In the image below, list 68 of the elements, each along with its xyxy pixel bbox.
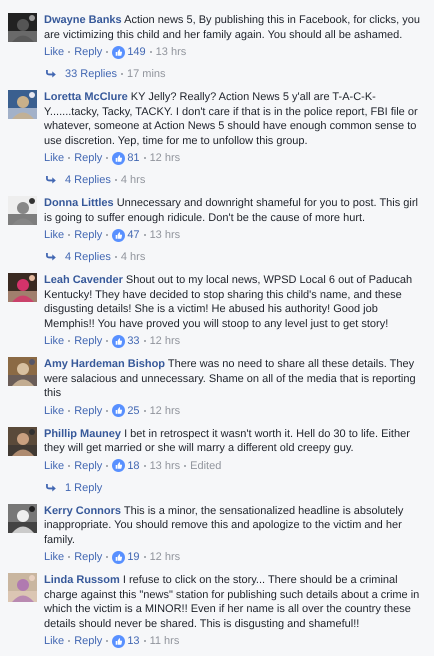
reaction-count: 13	[127, 635, 140, 647]
author-name[interactable]: Amy Hardeman Bishop	[44, 358, 166, 370]
thumbs-up-icon	[112, 46, 126, 58]
timestamp: 13 hrs	[150, 229, 180, 241]
reply-link[interactable]: Reply	[74, 404, 102, 416]
like-link[interactable]: Like	[44, 335, 64, 347]
reply-arrow-icon	[45, 176, 56, 184]
author-name[interactable]: Linda Russom	[44, 574, 120, 586]
like-link[interactable]: Like	[44, 460, 64, 472]
thumbs-up-icon	[112, 152, 126, 164]
timestamp: 4 hrs	[120, 174, 146, 186]
like-link[interactable]: Like	[44, 46, 64, 58]
reply-arrow-icon	[45, 484, 56, 492]
reply-link[interactable]: Reply	[74, 46, 102, 58]
like-link[interactable]: Like	[44, 551, 64, 563]
reaction-count: 149	[127, 46, 146, 58]
author-name[interactable]: Leah Cavender	[44, 274, 123, 286]
comment-text: Phillip Mauney I bet in retrospect it wasn't worth it. Hell do 30 to life. Either they will get married or she will marry a different old creepy guy.	[44, 426, 411, 456]
timestamp: 13 hrs	[156, 46, 186, 58]
timestamp: 12 hrs	[150, 551, 180, 563]
comment-text: Linda Russom I refuse to click on the story... There should be a criminal charge against this "news" station for publishing such details about a crime in which the victim is a MINOR!! Even if her name is all over the country these details should never be shared. This is disgusting and shameful!!	[44, 573, 420, 631]
thumbs-up-icon	[112, 404, 126, 417]
thumbs-up-icon	[112, 550, 126, 564]
timestamp: 12 hrs	[150, 335, 180, 347]
reaction-count: 33	[127, 335, 140, 347]
reaction-count: 81	[127, 152, 140, 164]
comment-text: Donna Littles Unnecessary and downright shameful for you to post. This girl is going to suffer enough ridicule. Don't be the cause of more hurt.	[44, 196, 419, 225]
timestamp: 12 hrs	[150, 152, 180, 164]
thumbs-up-icon	[112, 634, 126, 648]
replies-link[interactable]: 4 Replies	[65, 251, 111, 263]
like-link[interactable]: Like	[44, 635, 64, 647]
reaction-count: 47	[127, 229, 140, 241]
reply-link[interactable]: Reply	[74, 460, 102, 472]
reply-link[interactable]: Reply	[74, 635, 102, 647]
author-name[interactable]: Dwayne Banks	[44, 14, 122, 26]
reply-arrow-icon	[45, 70, 56, 78]
like-link[interactable]: Like	[44, 229, 64, 241]
comment-text: Amy Hardeman Bishop There was no need to share all these details. They were salacious and unnecessary. Shame on all of the media that is reporting this	[44, 357, 417, 400]
reply-link[interactable]: Reply	[74, 229, 102, 241]
thumbs-up-icon	[112, 459, 126, 472]
comment-text: Kerry Connors This is a minor, the sensationalized headline is absolutely inappropriate. You should remove this and apologize to the victim and her family.	[44, 504, 404, 547]
reply-link[interactable]: Reply	[74, 551, 102, 563]
reaction-count: 25	[127, 404, 140, 416]
timestamp: 13 hrs	[150, 460, 180, 472]
comment-text: Dwayne Banks Action news 5, By publishing this in Facebook, for clicks, you are victimizing this child and her family again. You should all be ashamed.	[44, 13, 422, 42]
comment-text: Loretta McClure KY Jelly? Really? Action News 5 y'all are T-A-C-K-Y.......tacky, Tacky, TACKY. I don't care if that is in the police report, FBI file or whatever, someone at Action News 5 should have enough common sense to use discretion. Yep, time for me to unfollow this group.	[44, 90, 419, 148]
timestamp: 4 hrs	[120, 251, 146, 263]
reply-link[interactable]: Reply	[74, 335, 102, 347]
reaction-count: 19	[127, 551, 140, 563]
reaction-count: 18	[127, 460, 140, 472]
comment-text: Leah Cavender Shout out to my local news, WPSD Local 6 out of Paducah Kentucky! They have decided to stop sharing this child's name, and these disgusting details! She is a victim! He abused his authority! Good job Memphis!! You have proved you will stoop to any level just to get story!	[44, 273, 414, 331]
like-link[interactable]: Like	[44, 152, 64, 164]
author-name[interactable]: Phillip Mauney	[44, 428, 122, 440]
reply-arrow-icon	[45, 253, 56, 261]
replies-link[interactable]: 4 Replies	[65, 174, 111, 186]
author-name[interactable]: Donna Littles	[44, 197, 114, 209]
author-name[interactable]: Loretta McClure	[44, 91, 128, 103]
replies-link[interactable]: 33 Replies	[65, 68, 117, 80]
timestamp: 12 hrs	[150, 404, 180, 416]
replies-link[interactable]: 1 Reply	[65, 482, 102, 494]
thumbs-up-icon	[112, 228, 126, 242]
like-link[interactable]: Like	[44, 404, 64, 416]
timestamp: 11 hrs	[150, 635, 180, 647]
reply-link[interactable]: Reply	[74, 152, 102, 164]
thumbs-up-icon	[112, 334, 126, 348]
author-name[interactable]: Kerry Connors	[44, 504, 122, 516]
edited-label: Edited	[190, 460, 222, 472]
timestamp: 17 mins	[126, 68, 166, 80]
